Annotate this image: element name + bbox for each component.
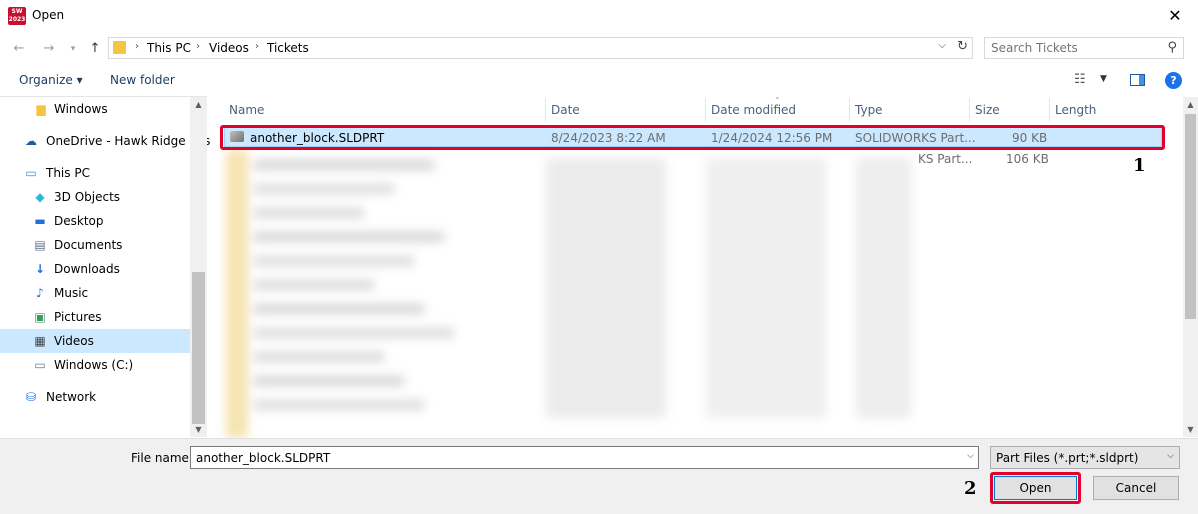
nav-item-label: Pictures [54, 310, 102, 324]
file-size: 106 KB [1006, 152, 1049, 166]
nav-item-label: Desktop [54, 214, 104, 228]
folder-icon: ▆ [36, 102, 46, 116]
annotation-highlight-open-button [990, 472, 1081, 504]
help-icon[interactable]: ? [1165, 72, 1182, 89]
scroll-up-icon[interactable]: ▲ [190, 100, 207, 109]
breadcrumb-videos[interactable]: Videos [209, 41, 249, 55]
downloads-icon: ↓ [34, 262, 46, 276]
change-view-icon[interactable]: ☷ [1074, 72, 1086, 87]
column-header-date-modified[interactable]: Date modified [711, 103, 796, 117]
recent-locations-chevron-icon[interactable]: ▾ [62, 38, 84, 60]
address-dropdown-icon[interactable]: ⌵ [938, 40, 946, 51]
search-icon[interactable]: ⚲ [1167, 40, 1177, 55]
column-header-type[interactable]: Type [855, 103, 883, 117]
column-divider[interactable] [705, 98, 706, 122]
nav-item-this-pc[interactable]: ▭ This PC [0, 161, 190, 185]
desktop-icon: ▬ [34, 214, 46, 228]
nav-item-label: OneDrive - Hawk Ridge Sys [46, 134, 211, 148]
solidworks-app-icon: SW 2023 [8, 7, 26, 25]
file-name-label: File name: [131, 451, 193, 465]
nav-item-network[interactable]: ⛁ Network [0, 385, 190, 409]
annotation-step-2: 2 [964, 478, 977, 499]
music-icon: ♪ [36, 286, 44, 300]
column-header-date[interactable]: Date [551, 103, 580, 117]
annotation-step-1: 1 [1133, 155, 1146, 176]
breadcrumb-separator-icon: › [135, 41, 139, 52]
up-arrow-icon[interactable]: ↑ [84, 38, 106, 60]
breadcrumb-separator-icon: › [255, 41, 259, 52]
nav-scrollbar-thumb[interactable] [192, 272, 205, 424]
nav-item-label: This PC [46, 166, 90, 180]
address-bar[interactable]: › This PC › Videos › Tickets ⌵ ↻ [108, 37, 973, 59]
cancel-button[interactable]: Cancel [1093, 476, 1179, 500]
column-header-length[interactable]: Length [1055, 103, 1096, 117]
preview-pane-icon[interactable] [1130, 74, 1145, 86]
nav-item-windows-folder[interactable]: ▆ Windows [0, 97, 190, 121]
breadcrumb-this-pc[interactable]: This PC [147, 41, 191, 55]
nav-item-label: 3D Objects [54, 190, 121, 204]
refresh-icon[interactable]: ↻ [957, 39, 968, 54]
column-header-name[interactable]: Name [229, 103, 264, 117]
scroll-down-icon[interactable]: ▼ [1183, 425, 1198, 434]
file-name-dropdown-icon[interactable]: ⌵ [967, 451, 974, 461]
search-input[interactable] [991, 41, 1161, 55]
file-type-value[interactable]: Part Files (*.prt;*.sldprt) [996, 451, 1138, 465]
navigation-pane: ▆ Windows ☁ OneDrive - Hawk Ridge Sys ▭ … [0, 96, 210, 438]
close-button[interactable]: ✕ [1152, 0, 1198, 32]
column-divider[interactable] [1049, 98, 1050, 122]
nav-item-label: Documents [54, 238, 123, 252]
column-divider[interactable] [969, 98, 970, 122]
file-type-select[interactable]: Part Files (*.prt;*.sldprt) ⌵ [990, 446, 1180, 469]
column-header-size[interactable]: Size [975, 103, 1000, 117]
network-icon: ⛁ [25, 390, 37, 404]
nav-item-onedrive[interactable]: ☁ OneDrive - Hawk Ridge Sys [0, 129, 210, 153]
videos-icon: ▦ [34, 334, 46, 348]
file-list-scrollbar-thumb[interactable] [1185, 114, 1196, 319]
file-type-dropdown-icon[interactable]: ⌵ [1167, 451, 1174, 461]
file-name-value[interactable]: another_block.SLDPRT [196, 451, 330, 465]
scroll-down-icon[interactable]: ▼ [190, 425, 207, 434]
nav-item-windows-c-drive[interactable]: ▭ Windows (C:) [0, 353, 190, 377]
documents-icon: ▤ [34, 238, 46, 252]
onedrive-icon: ☁ [25, 134, 37, 148]
column-divider[interactable] [545, 98, 546, 122]
window-title: Open [32, 8, 65, 22]
nav-item-label: Windows [54, 102, 108, 116]
breadcrumb-tickets[interactable]: Tickets [267, 41, 309, 55]
forward-arrow-icon[interactable]: → [38, 38, 60, 60]
redacted-file-list [226, 150, 918, 438]
cube-icon: ◆ [35, 190, 45, 204]
breadcrumb-separator-icon: › [196, 41, 200, 52]
nav-item-pictures[interactable]: ▣ Pictures [0, 305, 190, 329]
back-arrow-icon[interactable]: ← [8, 38, 30, 60]
folder-icon [113, 41, 126, 54]
nav-item-label: Music [54, 286, 89, 300]
nav-item-documents[interactable]: ▤ Documents [0, 233, 190, 257]
annotation-highlight-file-row [220, 125, 1165, 150]
file-type: KS Part... [918, 152, 973, 166]
nav-item-label: Videos [54, 334, 94, 348]
nav-item-label: Downloads [54, 262, 120, 276]
computer-icon: ▭ [25, 166, 37, 180]
nav-item-music[interactable]: ♪ Music [0, 281, 190, 305]
new-folder-button[interactable]: New folder [110, 73, 175, 87]
nav-item-label: Network [46, 390, 97, 404]
pictures-icon: ▣ [34, 310, 46, 324]
nav-item-videos[interactable]: ▦ Videos [0, 329, 190, 353]
nav-item-downloads[interactable]: ↓ Downloads [0, 257, 190, 281]
title-bar: SW 2023 Open ✕ [0, 0, 1198, 32]
drive-icon: ▭ [34, 358, 46, 372]
organize-button[interactable]: Organize ▾ [19, 73, 83, 87]
nav-item-desktop[interactable]: ▬ Desktop [0, 209, 190, 233]
column-divider[interactable] [849, 98, 850, 122]
nav-item-label: Windows (C:) [54, 358, 134, 372]
search-box[interactable]: ⚲ [984, 37, 1184, 59]
file-name-field[interactable]: another_block.SLDPRT ⌵ [190, 446, 979, 469]
nav-item-3d-objects[interactable]: ◆ 3D Objects [0, 185, 190, 209]
scroll-up-icon[interactable]: ▲ [1183, 100, 1198, 109]
view-dropdown-chevron-icon[interactable]: ▼ [1100, 74, 1107, 84]
